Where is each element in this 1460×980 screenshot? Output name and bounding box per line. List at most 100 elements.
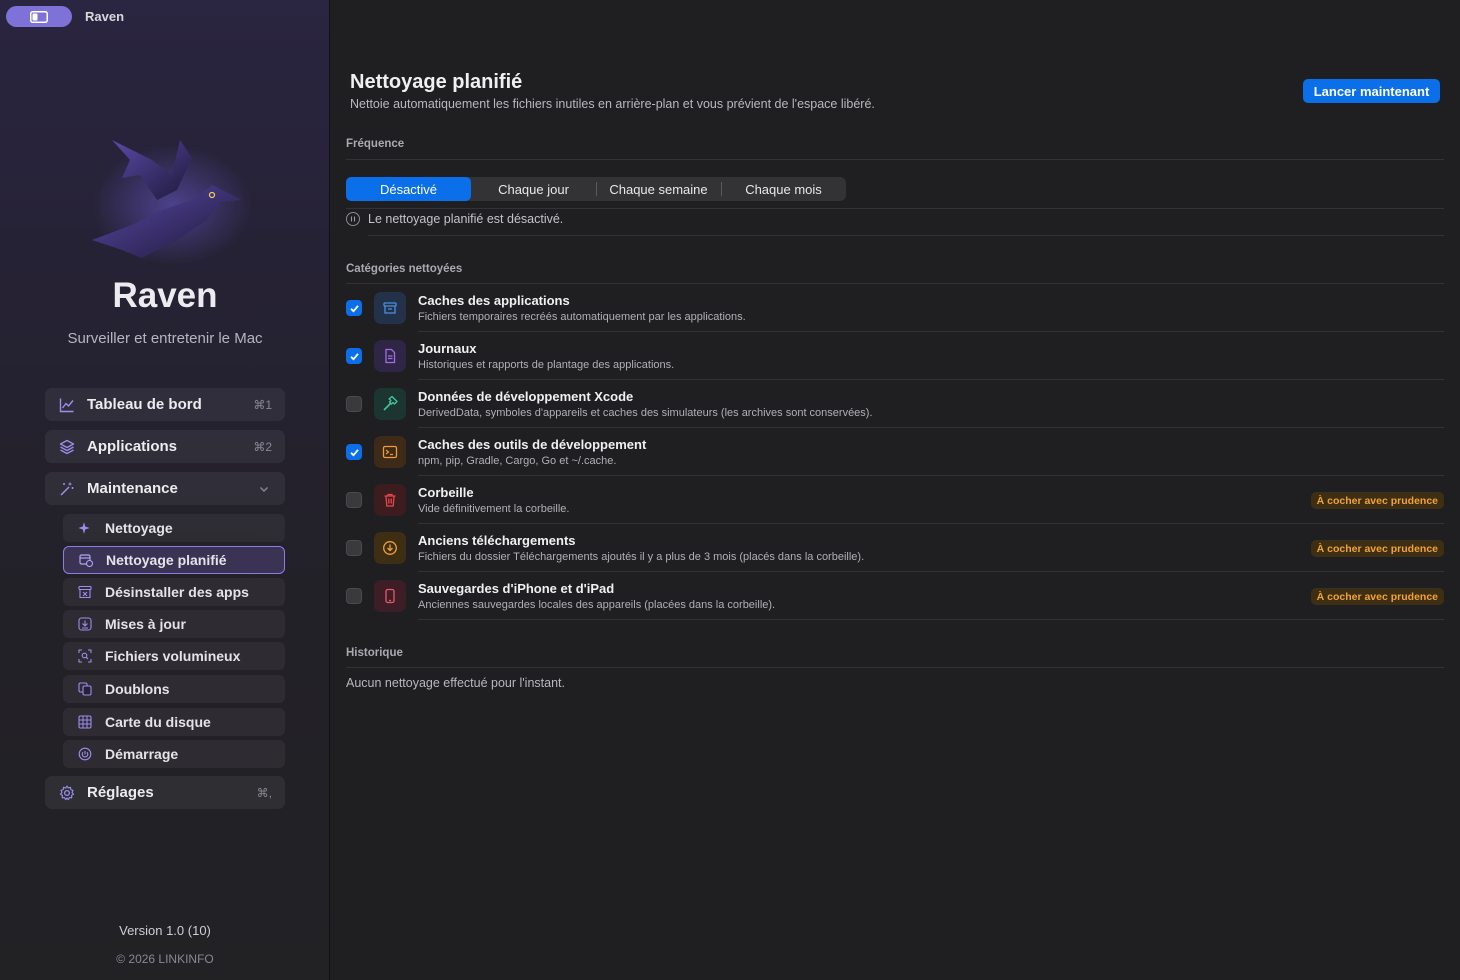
- run-now-button[interactable]: Lancer maintenant: [1303, 79, 1440, 103]
- raven-logo: [92, 140, 252, 265]
- category-row: Sauvegardes d'iPhone et d'iPad Anciennes…: [346, 572, 1444, 620]
- category-description: Historiques et rapports de plantage des …: [418, 359, 675, 371]
- nav-sub-nettoyage[interactable]: Nettoyage: [63, 514, 285, 542]
- frequency-option-weekly[interactable]: Chaque semaine: [596, 177, 721, 201]
- nav-settings-shortcut: ⌘,: [256, 785, 272, 800]
- category-description: Fichiers du dossier Téléchargements ajou…: [418, 551, 865, 563]
- chart-line-icon: [59, 397, 75, 413]
- category-title: Journaux: [418, 341, 477, 356]
- category-title: Caches des applications: [418, 293, 570, 308]
- brand-tagline: Surveiller et entretenir le Mac: [67, 330, 263, 347]
- nav-sub-mises-a-jour[interactable]: Mises à jour: [63, 610, 285, 638]
- category-row: Données de développement Xcode DerivedDa…: [346, 380, 1444, 428]
- divider: [346, 208, 1444, 209]
- frequency-option-monthly[interactable]: Chaque mois: [721, 177, 846, 201]
- caution-badge: À cocher avec prudence: [1310, 492, 1444, 509]
- divider: [346, 667, 1444, 668]
- category-row: Journaux Historiques et rapports de plan…: [346, 332, 1444, 380]
- chevron-down-icon: [256, 481, 272, 497]
- nav-sub-label: Démarrage: [105, 746, 179, 762]
- power-icon: [78, 747, 92, 761]
- frequency-option-disabled[interactable]: Désactivé: [346, 177, 471, 201]
- nav-sub-label: Fichiers volumineux: [105, 648, 241, 664]
- uninstall-box-icon: [78, 585, 92, 599]
- nav-sub-doublons[interactable]: Doublons: [63, 675, 285, 703]
- sparkle-icon: [78, 521, 92, 535]
- titlebar: Raven: [0, 0, 330, 34]
- caution-badge: À cocher avec prudence: [1310, 588, 1444, 605]
- document-icon: [374, 340, 406, 372]
- checkmark-icon: [349, 304, 359, 313]
- frequency-status: Le nettoyage planifié est désactivé.: [346, 212, 563, 226]
- nav-applications[interactable]: Applications ⌘2: [45, 430, 285, 463]
- nav-dashboard-shortcut: ⌘1: [253, 397, 272, 412]
- nav-sub-demarrage[interactable]: Démarrage: [63, 740, 285, 768]
- terminal-icon: [374, 436, 406, 468]
- nav-sub-fichiers-volumineux[interactable]: Fichiers volumineux: [63, 642, 285, 670]
- gear-icon: [59, 784, 75, 801]
- caution-badge: À cocher avec prudence: [1310, 540, 1444, 557]
- frequency-option-daily[interactable]: Chaque jour: [471, 177, 596, 201]
- app-window: Raven Raven Surveiller et entretenir le …: [0, 0, 1460, 980]
- nav-applications-shortcut: ⌘2: [253, 439, 272, 454]
- nav-sub-carte-du-disque[interactable]: Carte du disque: [63, 708, 285, 736]
- nav-maintenance-label: Maintenance: [87, 480, 178, 497]
- nav-settings-label: Réglages: [87, 784, 154, 801]
- category-checkbox[interactable]: [346, 348, 362, 364]
- category-checkbox[interactable]: [346, 444, 362, 460]
- category-checkbox[interactable]: [346, 396, 362, 412]
- category-title: Caches des outils de développement: [418, 437, 647, 452]
- frequency-section-label: Fréquence: [346, 138, 405, 150]
- download-icon: [78, 617, 92, 631]
- history-section-label: Historique: [346, 647, 403, 659]
- checkmark-icon: [349, 352, 359, 361]
- nav-sub-label: Carte du disque: [105, 714, 211, 730]
- checkmark-icon: [349, 448, 359, 457]
- category-description: Vide définitivement la corbeille.: [418, 503, 570, 515]
- brand-name: Raven: [112, 276, 218, 315]
- layers-icon: [59, 439, 75, 455]
- divider: [346, 159, 1444, 160]
- duplicate-icon: [78, 682, 92, 696]
- category-title: Sauvegardes d'iPhone et d'iPad: [418, 581, 615, 596]
- frequency-status-text: Le nettoyage planifié est désactivé.: [368, 212, 564, 226]
- hammer-icon: [374, 388, 406, 420]
- category-row: Corbeille Vide définitivement la corbeil…: [346, 476, 1444, 524]
- category-description: npm, pip, Gradle, Cargo, Go et ~/.cache.: [418, 455, 617, 467]
- category-checkbox[interactable]: [346, 492, 362, 508]
- category-description: Fichiers temporaires recréés automatique…: [418, 311, 746, 323]
- row-divider: [418, 619, 1444, 620]
- history-empty-text: Aucun nettoyage effectué pour l'instant.: [346, 676, 565, 690]
- page-title: Nettoyage planifié: [350, 71, 523, 93]
- sidebar-toggle-button[interactable]: [6, 6, 72, 27]
- category-description: Anciennes sauvegardes locales des appare…: [418, 599, 776, 611]
- nav-sub-label: Nettoyage planifié: [106, 552, 227, 568]
- nav-dashboard-label: Tableau de bord: [87, 396, 202, 413]
- nav-sub-label: Désinstaller des apps: [105, 584, 249, 600]
- scan-file-icon: [78, 649, 92, 663]
- nav-dashboard[interactable]: Tableau de bord ⌘1: [45, 388, 285, 421]
- nav-sub-desinstaller[interactable]: Désinstaller des apps: [63, 578, 285, 606]
- wand-icon: [59, 481, 75, 497]
- nav-maintenance[interactable]: Maintenance: [45, 472, 285, 505]
- download-circle-icon: [374, 532, 406, 564]
- pause-icon: [346, 212, 360, 226]
- app-version: Version 1.0 (10): [119, 923, 211, 938]
- category-checkbox[interactable]: [346, 300, 362, 316]
- nav-sub-nettoyage-planifie[interactable]: Nettoyage planifié: [63, 546, 285, 574]
- category-checkbox[interactable]: [346, 540, 362, 556]
- page-subtitle: Nettoie automatiquement les fichiers inu…: [350, 97, 875, 111]
- category-row: Caches des applications Fichiers tempora…: [346, 284, 1444, 332]
- category-checkbox[interactable]: [346, 588, 362, 604]
- category-description: DerivedData, symboles d'appareils et cac…: [418, 407, 873, 419]
- nav-settings[interactable]: Réglages ⌘,: [45, 776, 285, 809]
- phone-icon: [374, 580, 406, 612]
- window-title: Raven: [85, 9, 125, 24]
- category-row: Caches des outils de développement npm, …: [346, 428, 1444, 476]
- category-title: Corbeille: [418, 485, 474, 500]
- category-title: Anciens téléchargements: [418, 533, 576, 548]
- sidebar-icon: [30, 10, 48, 23]
- archive-box-icon: [374, 292, 406, 324]
- nav-sub-label: Nettoyage: [105, 520, 173, 536]
- frequency-segmented-control: Désactivé Chaque jour Chaque semaine Cha…: [346, 177, 846, 201]
